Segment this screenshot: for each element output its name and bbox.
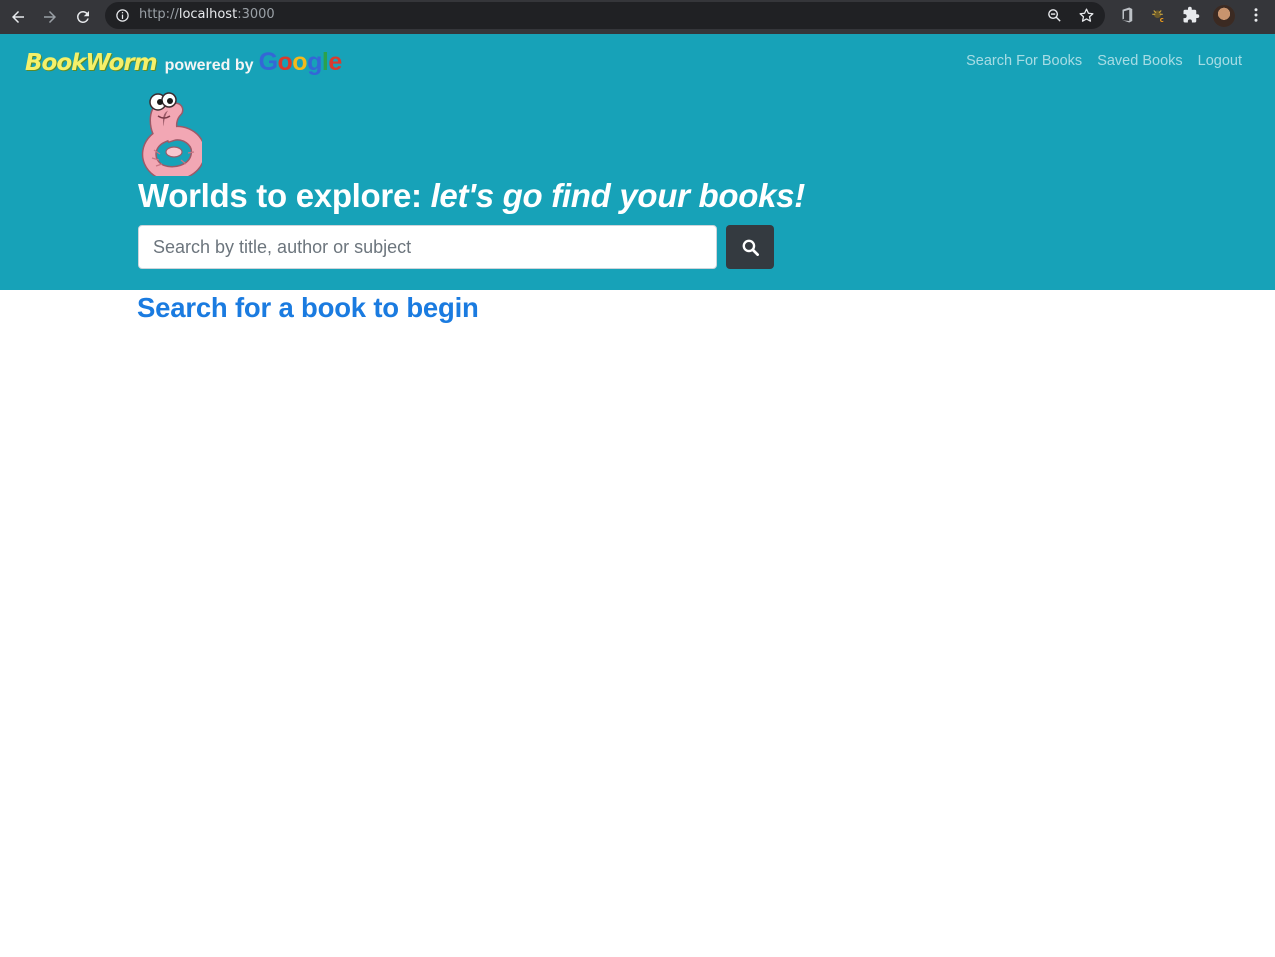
- extensions-puzzle-icon[interactable]: [1182, 6, 1200, 24]
- url-host: localhost: [178, 7, 238, 22]
- search-submit-button[interactable]: [726, 225, 774, 269]
- main-nav: Search For Books Saved Books Logout: [966, 53, 1242, 69]
- book-search-input[interactable]: [138, 225, 717, 269]
- zoom-icon[interactable]: [1046, 7, 1063, 24]
- nav-search-for-books[interactable]: Search For Books: [966, 53, 1082, 69]
- url-scheme: http://: [139, 7, 179, 22]
- back-button[interactable]: [6, 5, 30, 29]
- hero-banner: BookWorm powered by Google Search For Bo…: [0, 34, 1275, 290]
- google-logo: Google: [258, 48, 343, 77]
- back-arrow-icon: [12, 11, 24, 23]
- google-letter: o: [292, 48, 308, 76]
- nav-logout[interactable]: Logout: [1198, 53, 1242, 69]
- results-heading: Search for a book to begin: [137, 292, 479, 323]
- bookworm-mascot-icon: [141, 92, 202, 176]
- search-icon: [742, 239, 759, 256]
- brand-logo[interactable]: BookWorm powered by Google: [25, 48, 342, 78]
- google-letter: e: [328, 48, 342, 76]
- headline-plain: Worlds to explore:: [138, 177, 431, 214]
- star-icon[interactable]: [1078, 7, 1095, 24]
- url-text[interactable]: http://localhost:3000: [139, 7, 275, 22]
- google-letter: g: [307, 48, 322, 76]
- nav-saved-books[interactable]: Saved Books: [1097, 53, 1182, 69]
- google-letter: o: [277, 48, 293, 76]
- kebab-menu-icon[interactable]: [1247, 6, 1265, 24]
- office-extension-icon[interactable]: [1118, 6, 1136, 24]
- forward-button[interactable]: [38, 5, 62, 29]
- forward-arrow-icon: [44, 11, 56, 23]
- address-bar[interactable]: http://localhost:3000: [105, 2, 1105, 29]
- powered-by-text: powered by: [164, 57, 254, 74]
- profile-avatar[interactable]: [1213, 5, 1235, 27]
- bug-extension-icon[interactable]: c: [1150, 6, 1168, 24]
- hero-headline: Worlds to explore: let's go find your bo…: [138, 177, 805, 215]
- brand-name: BookWorm: [25, 50, 158, 76]
- headline-italic: let's go find your books!: [430, 177, 806, 214]
- google-letter: G: [258, 48, 278, 76]
- reload-button[interactable]: [71, 5, 95, 29]
- browser-toolbar: http://localhost:3000 c: [0, 0, 1275, 34]
- svg-text:c: c: [1160, 16, 1164, 24]
- reload-icon: [76, 10, 89, 23]
- info-icon[interactable]: [115, 8, 130, 23]
- url-port: :3000: [237, 7, 275, 22]
